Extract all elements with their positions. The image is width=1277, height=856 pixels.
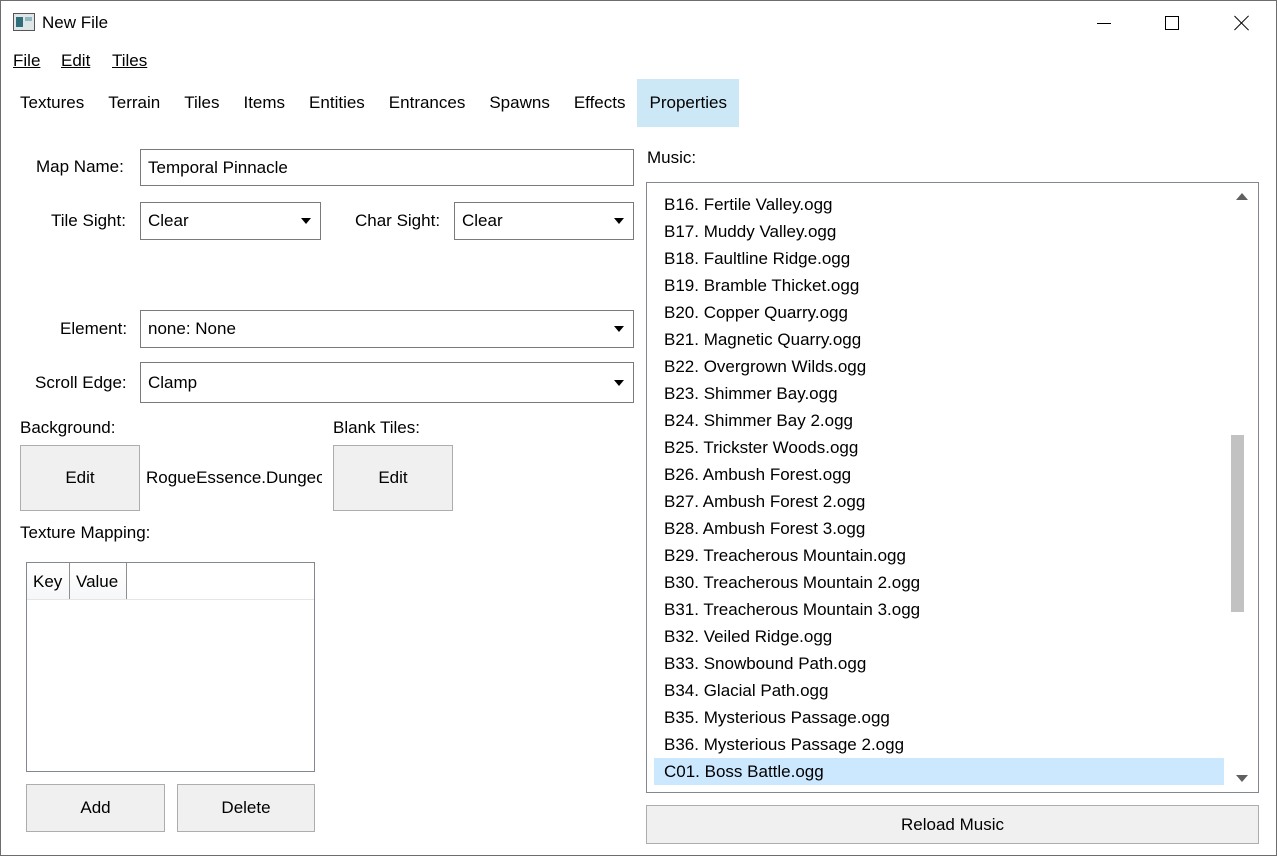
close-button[interactable] (1207, 1, 1276, 45)
element-select[interactable]: none: None (140, 310, 634, 348)
tab-properties[interactable]: Properties (637, 79, 739, 127)
scroll-edge-label: Scroll Edge: (35, 373, 127, 392)
maximize-button[interactable] (1137, 1, 1207, 45)
chevron-down-icon (614, 326, 624, 332)
chevron-down-icon (301, 218, 311, 224)
menu-bar: File Edit Tiles (1, 45, 1276, 77)
music-list-item[interactable]: B17. Muddy Valley.ogg (654, 218, 1225, 245)
tab-effects[interactable]: Effects (562, 79, 638, 127)
element-label: Element: (60, 319, 128, 338)
tab-tiles[interactable]: Tiles (172, 79, 231, 127)
background-edit-button[interactable]: Edit (20, 445, 140, 511)
map-name-label: Map Name: (36, 157, 124, 176)
chevron-down-icon (614, 218, 624, 224)
tab-bar: Textures Terrain Tiles Items Entities En… (8, 79, 739, 127)
scroll-down-icon[interactable] (1236, 775, 1248, 782)
texture-mapping-grid[interactable]: Key Value (26, 562, 315, 772)
tab-entrances[interactable]: Entrances (377, 79, 478, 127)
close-icon (1234, 15, 1250, 31)
music-list[interactable]: B16. Fertile Valley.ogg B17. Muddy Valley… (646, 182, 1259, 793)
app-icon (13, 13, 35, 31)
map-name-value: Temporal Pinnacle (148, 157, 288, 177)
music-list-item[interactable]: B28. Ambush Forest 3.ogg (654, 515, 1225, 542)
music-list-item[interactable]: B24. Shimmer Bay 2.ogg (654, 407, 1225, 434)
music-list-item[interactable]: B21. Magnetic Quarry.ogg (654, 326, 1225, 353)
tile-sight-label: Tile Sight: (51, 211, 126, 230)
music-list-item[interactable]: B31. Treacherous Mountain 3.ogg (654, 596, 1225, 623)
maximize-icon (1165, 16, 1179, 30)
music-list-item[interactable]: B29. Treacherous Mountain.ogg (654, 542, 1225, 569)
music-list-item[interactable]: B25. Trickster Woods.ogg (654, 434, 1225, 461)
window-title: New File (42, 13, 109, 32)
music-list-item[interactable]: B23. Shimmer Bay.ogg (654, 380, 1225, 407)
tab-entities[interactable]: Entities (297, 79, 377, 127)
tab-textures[interactable]: Textures (8, 79, 96, 127)
minimize-button[interactable] (1069, 1, 1139, 45)
char-sight-select[interactable]: Clear (454, 202, 634, 240)
char-sight-value: Clear (462, 211, 503, 230)
music-list-item[interactable]: B35. Mysterious Passage.ogg (654, 704, 1225, 731)
tab-spawns[interactable]: Spawns (477, 79, 561, 127)
menu-tiles[interactable]: Tiles (112, 51, 147, 71)
element-value: none: None (148, 319, 236, 338)
tile-sight-select[interactable]: Clear (140, 202, 321, 240)
scroll-thumb[interactable] (1231, 435, 1244, 612)
music-list-item[interactable]: B27. Ambush Forest 2.ogg (654, 488, 1225, 515)
scroll-up-icon[interactable] (1236, 193, 1248, 200)
tile-sight-value: Clear (148, 211, 189, 230)
char-sight-label: Char Sight: (355, 211, 441, 230)
music-list-item[interactable]: B34. Glacial Path.ogg (654, 677, 1225, 704)
grid-header: Key Value (27, 563, 314, 600)
music-items: B16. Fertile Valley.ogg B17. Muddy Valley… (647, 191, 1227, 792)
title-bar: New File (1, 1, 1276, 45)
background-value: RogueEssence.Dungeon (146, 468, 322, 487)
column-key[interactable]: Key (27, 563, 70, 599)
menu-file[interactable]: File (13, 51, 40, 71)
music-list-item[interactable]: B20. Copper Quarry.ogg (654, 299, 1225, 326)
map-name-input[interactable]: Temporal Pinnacle (140, 149, 634, 186)
chevron-down-icon (614, 379, 624, 386)
tab-items[interactable]: Items (231, 79, 297, 127)
menu-edit[interactable]: Edit (61, 51, 90, 71)
blank-tiles-edit-button[interactable]: Edit (333, 445, 453, 511)
texture-mapping-label: Texture Mapping: (20, 523, 151, 542)
music-list-item[interactable]: B36. Mysterious Passage 2.ogg (654, 731, 1225, 758)
music-list-item[interactable]: C02. Boss Battle 2.ogg (654, 785, 1225, 792)
main-window: New File File Edit Tiles Textures Terrai… (0, 0, 1277, 856)
music-scrollbar[interactable] (1224, 183, 1258, 792)
music-list-item[interactable]: C01. Boss Battle.ogg (654, 758, 1225, 785)
music-list-item[interactable]: B32. Veiled Ridge.ogg (654, 623, 1225, 650)
music-list-item[interactable]: B19. Bramble Thicket.ogg (654, 272, 1225, 299)
background-label: Background: (20, 418, 116, 437)
reload-music-button[interactable]: Reload Music (646, 805, 1259, 844)
music-label: Music: (647, 148, 697, 167)
add-button[interactable]: Add (26, 784, 165, 832)
tab-terrain[interactable]: Terrain (96, 79, 172, 127)
music-list-item[interactable]: B26. Ambush Forest.ogg (654, 461, 1225, 488)
column-value[interactable]: Value (70, 563, 127, 599)
music-list-item[interactable]: B16. Fertile Valley.ogg (654, 191, 1225, 218)
blank-tiles-label: Blank Tiles: (333, 418, 420, 437)
music-list-item[interactable]: B18. Faultline Ridge.ogg (654, 245, 1225, 272)
minimize-icon (1097, 22, 1111, 24)
scroll-edge-value: Clamp (148, 372, 198, 392)
music-list-item[interactable]: B30. Treacherous Mountain 2.ogg (654, 569, 1225, 596)
delete-button[interactable]: Delete (177, 784, 315, 832)
scroll-edge-select[interactable]: Clamp (140, 362, 634, 403)
music-list-item[interactable]: B33. Snowbound Path.ogg (654, 650, 1225, 677)
music-list-item[interactable]: B22. Overgrown Wilds.ogg (654, 353, 1225, 380)
